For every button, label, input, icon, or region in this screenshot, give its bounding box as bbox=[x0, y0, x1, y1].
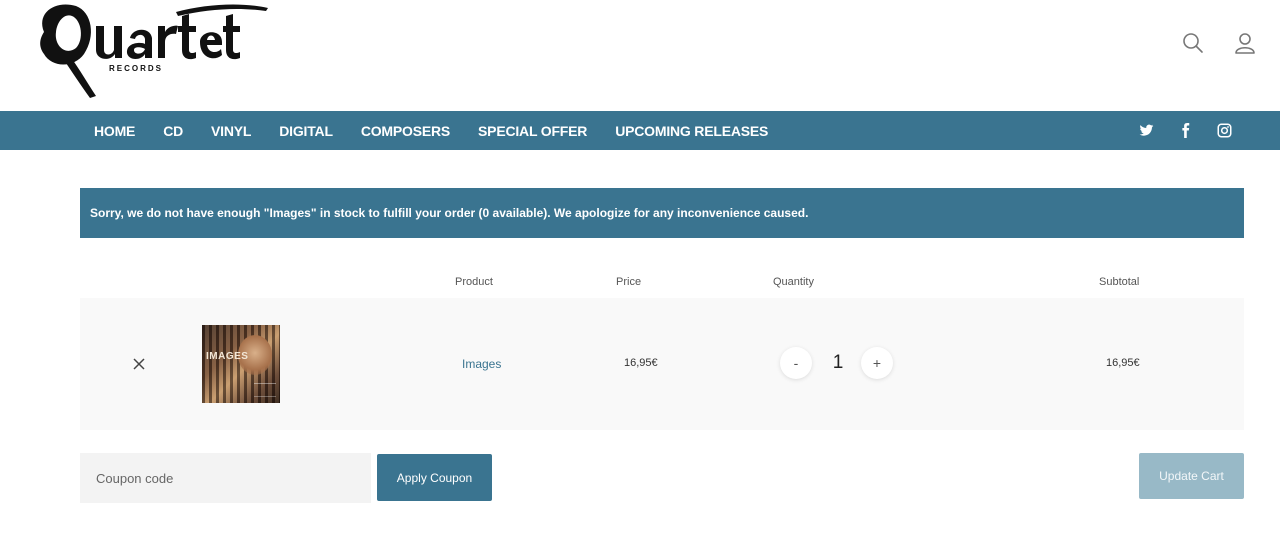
nav-item-composers[interactable]: COMPOSERS bbox=[347, 123, 464, 139]
nav-item-upcoming-releases[interactable]: UPCOMING RELEASES bbox=[601, 123, 782, 139]
nav-item-cd[interactable]: CD bbox=[149, 123, 197, 139]
search-icon[interactable] bbox=[1182, 32, 1204, 54]
social-links bbox=[1139, 111, 1232, 150]
column-header-quantity: Quantity bbox=[773, 276, 814, 288]
column-header-subtotal: Subtotal bbox=[1099, 276, 1140, 288]
remove-item-icon[interactable] bbox=[131, 356, 147, 372]
user-icon[interactable] bbox=[1234, 32, 1256, 54]
logo-mark bbox=[40, 4, 268, 98]
nav-item-home[interactable]: HOME bbox=[80, 123, 149, 139]
column-header-product: Product bbox=[455, 276, 493, 288]
nav-item-digital[interactable]: DIGITAL bbox=[265, 123, 347, 139]
nav-item-special-offer[interactable]: SPECIAL OFFER bbox=[464, 123, 601, 139]
apply-coupon-button[interactable]: Apply Coupon bbox=[377, 454, 492, 501]
product-price: 16,95€ bbox=[624, 357, 658, 369]
header-icons bbox=[1182, 32, 1256, 54]
twitter-icon[interactable] bbox=[1139, 123, 1154, 138]
update-cart-button[interactable]: Update Cart bbox=[1139, 453, 1244, 499]
quantity-increase-button[interactable]: + bbox=[861, 347, 893, 379]
quantity-value[interactable]: 1 bbox=[828, 352, 848, 374]
instagram-icon[interactable] bbox=[1217, 123, 1232, 138]
stock-error-notice: Sorry, we do not have enough "Images" in… bbox=[80, 188, 1244, 238]
product-name-link[interactable]: Images bbox=[462, 357, 501, 371]
column-header-price: Price bbox=[616, 276, 642, 288]
nav-menu: HOME CD VINYL DIGITAL COMPOSERS SPECIAL … bbox=[80, 111, 782, 150]
facebook-icon[interactable] bbox=[1178, 123, 1193, 138]
brand-logo[interactable]: RECORDS bbox=[26, 0, 276, 100]
nav-item-vinyl[interactable]: VINYL bbox=[197, 123, 265, 139]
thumbnail-credits bbox=[254, 383, 276, 397]
notice-message: Sorry, we do not have enough "Images" in… bbox=[90, 206, 809, 220]
product-subtotal: 16,95€ bbox=[1106, 357, 1140, 369]
coupon-code-input[interactable] bbox=[80, 453, 371, 503]
logo-tagline: RECORDS bbox=[109, 64, 164, 73]
product-thumbnail[interactable]: IMAGES bbox=[202, 325, 280, 403]
site-header: RECORDS bbox=[0, 0, 1280, 111]
thumbnail-title: IMAGES bbox=[206, 351, 249, 362]
quantity-decrease-button[interactable]: - bbox=[780, 347, 812, 379]
main-nav: HOME CD VINYL DIGITAL COMPOSERS SPECIAL … bbox=[0, 111, 1280, 150]
